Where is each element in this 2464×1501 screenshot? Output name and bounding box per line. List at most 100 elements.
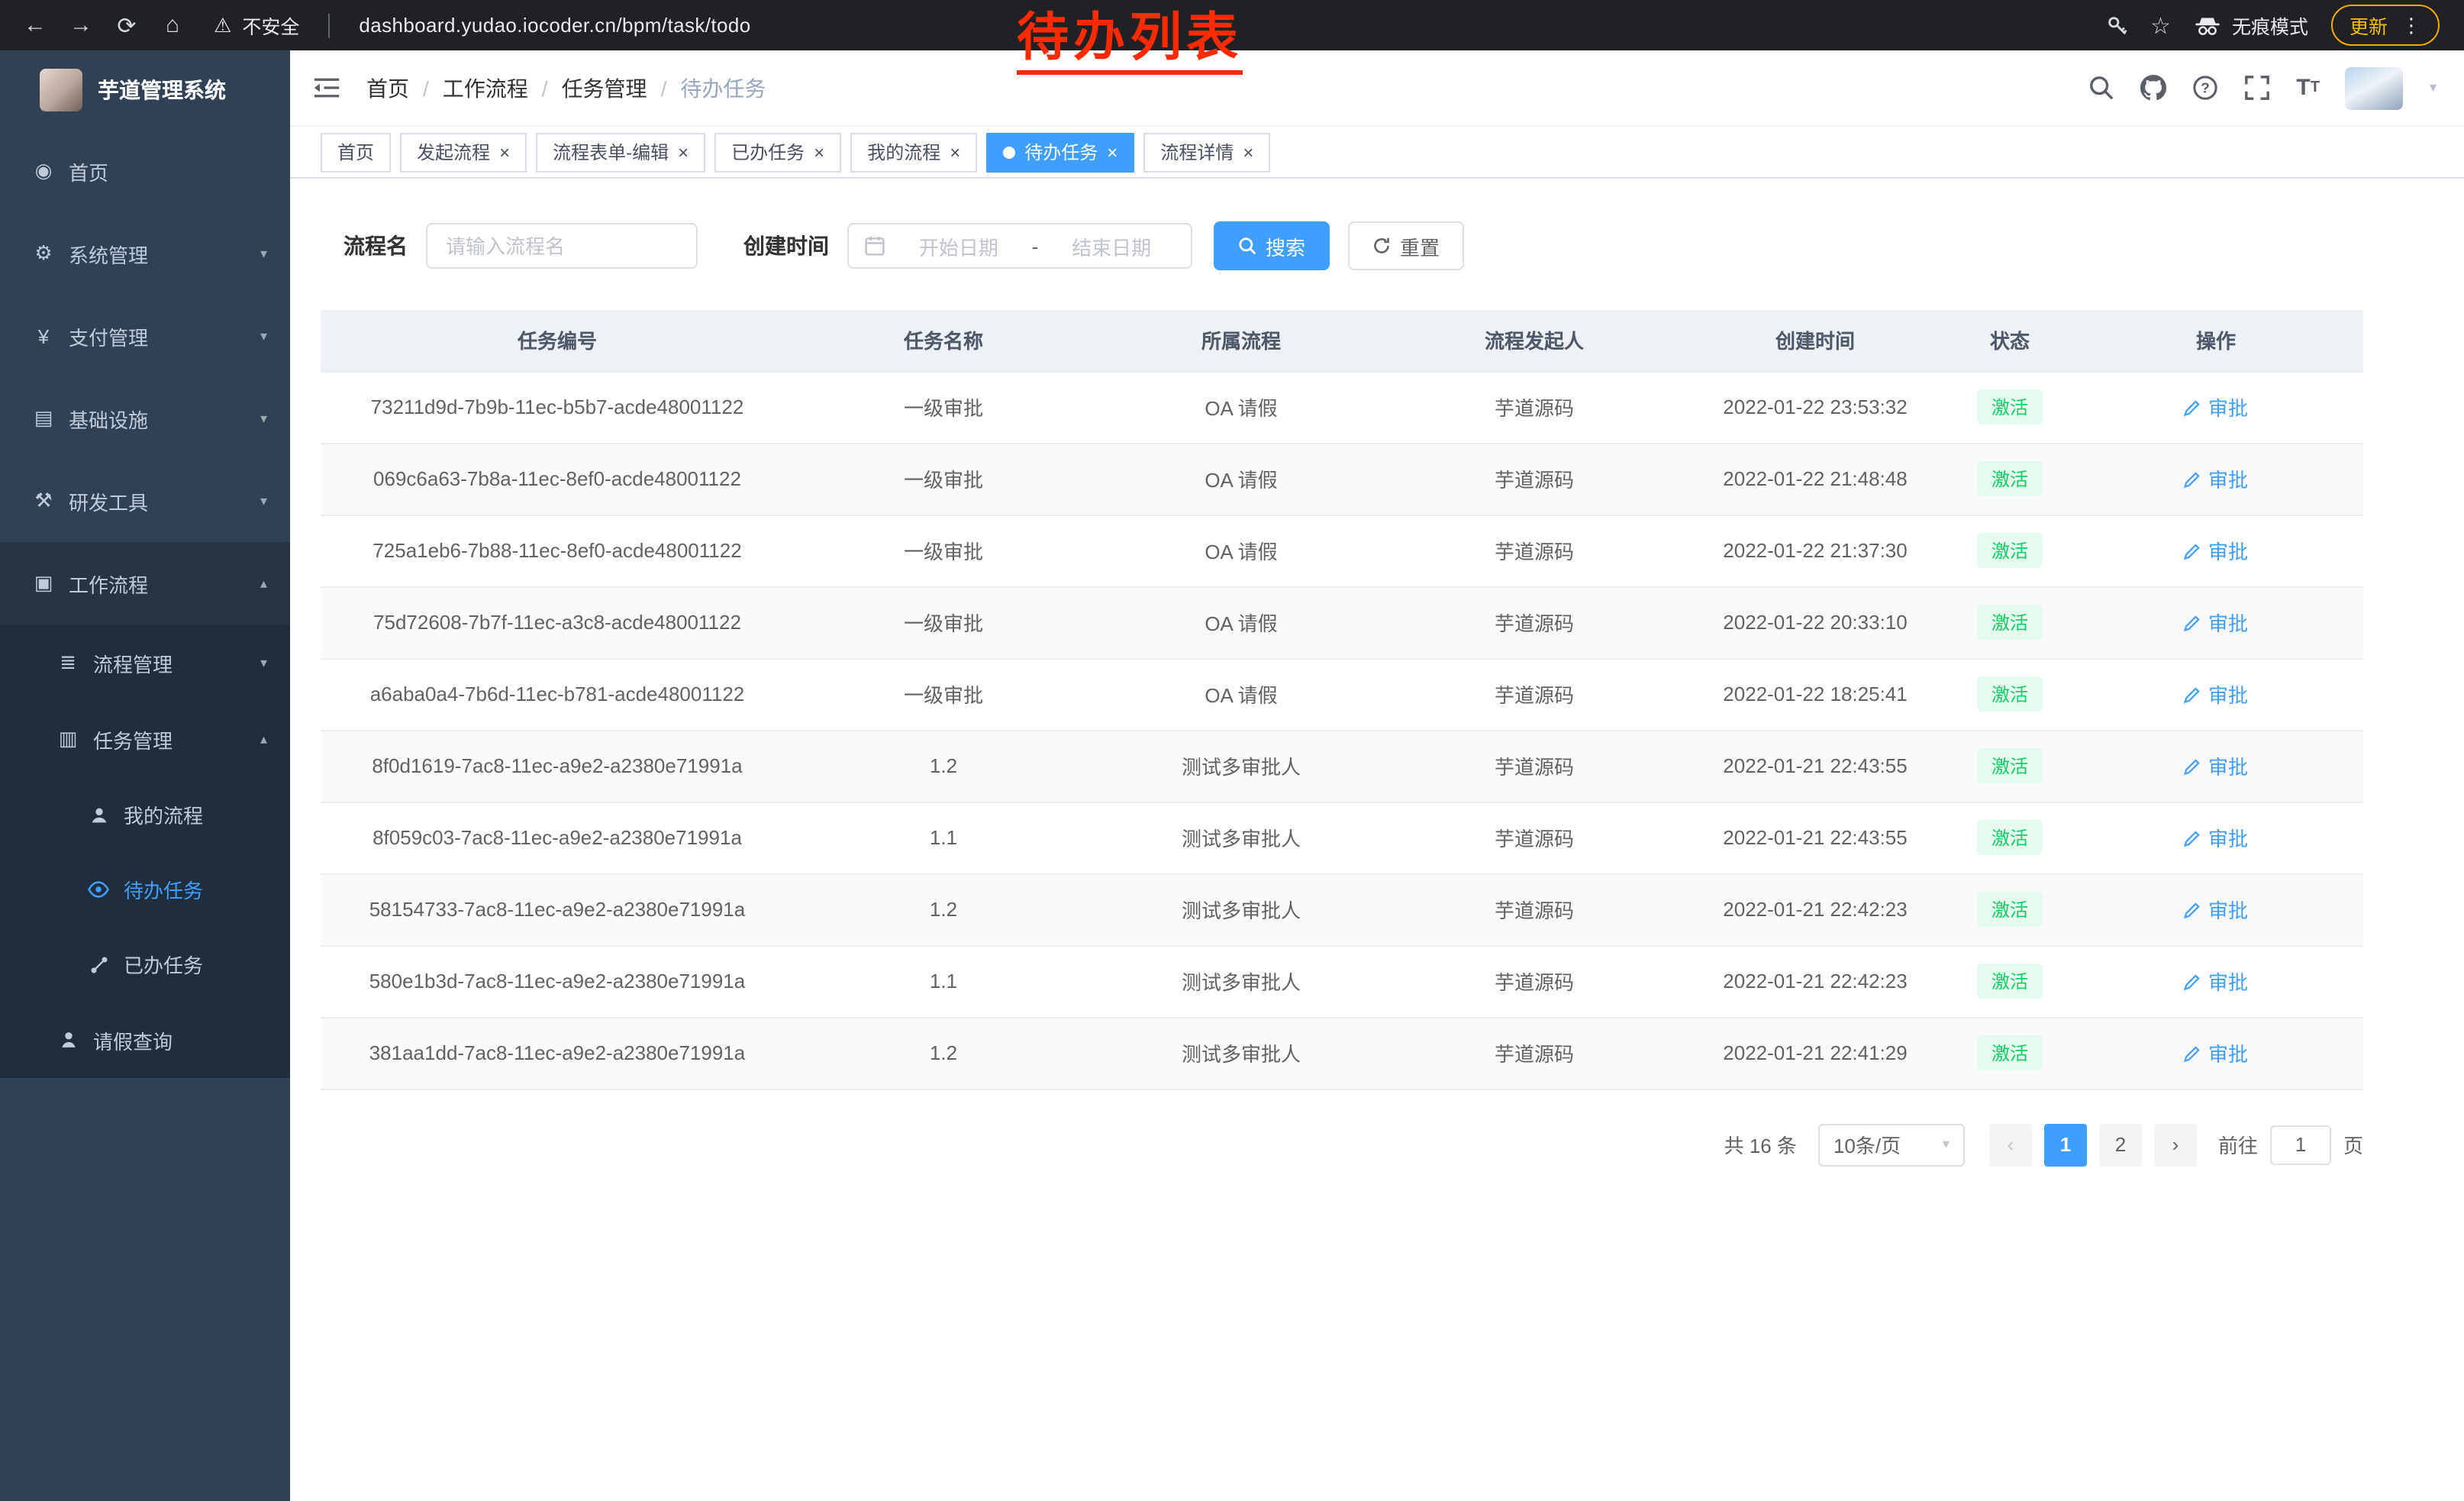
cell-process: OA 请假 bbox=[1093, 371, 1389, 443]
edit-icon bbox=[2184, 900, 2202, 918]
sidebar-collapse-icon[interactable] bbox=[313, 76, 340, 99]
approve-button[interactable]: 审批 bbox=[2184, 536, 2248, 565]
sidebar-item-home[interactable]: ◉ 首页 bbox=[0, 130, 290, 212]
tab-form-edit[interactable]: 流程表单-编辑 × bbox=[536, 132, 705, 172]
table-row: 58154733-7ac8-11ec-a9e2-a2380e71991a 1.2… bbox=[321, 873, 2363, 945]
close-icon[interactable]: × bbox=[1243, 143, 1253, 161]
edit-icon bbox=[2184, 828, 2202, 847]
fullscreen-icon[interactable] bbox=[2244, 75, 2270, 101]
app-logo[interactable]: 芋道管理系统 bbox=[0, 50, 290, 130]
approve-button[interactable]: 审批 bbox=[2184, 392, 2248, 421]
sidebar-menu: ◉ 首页 ⚙ 系统管理 ▾ ¥ 支付管理 ▾ ▤ 基础设施 ▾ ⚒ 研发工具 ▾… bbox=[0, 130, 290, 1078]
table-header-row: 任务编号 任务名称 所属流程 流程发起人 创建时间 状态 操作 bbox=[321, 310, 2363, 371]
bookmark-star-icon[interactable]: ☆ bbox=[2150, 11, 2171, 39]
tab-done-task[interactable]: 已办任务 × bbox=[714, 132, 841, 172]
chevron-down-icon[interactable]: ▾ bbox=[2430, 79, 2437, 96]
refresh-icon bbox=[1372, 237, 1391, 255]
font-size-icon[interactable]: TT bbox=[2296, 76, 2320, 99]
sidebar-item-system[interactable]: ⚙ 系统管理 ▾ bbox=[0, 212, 290, 295]
tab-my-process[interactable]: 我的流程 × bbox=[850, 132, 977, 172]
filter-form: 流程名 创建时间 开始日期 - 结束日期 搜索 重置 bbox=[343, 221, 2433, 270]
cell-created: 2022-01-22 18:25:41 bbox=[1679, 658, 1951, 730]
close-icon[interactable]: × bbox=[678, 143, 689, 161]
date-range-picker[interactable]: 开始日期 - 结束日期 bbox=[847, 223, 1192, 269]
breadcrumb-task-mgmt[interactable]: 任务管理 bbox=[562, 73, 681, 103]
page-button-2[interactable]: 2 bbox=[2099, 1123, 2142, 1166]
approve-button[interactable]: 审批 bbox=[2184, 751, 2248, 780]
update-button[interactable]: 更新 ⋮ bbox=[2331, 5, 2440, 46]
cell-process: OA 请假 bbox=[1093, 658, 1389, 730]
approve-button[interactable]: 审批 bbox=[2184, 895, 2248, 924]
cell-process: OA 请假 bbox=[1093, 443, 1389, 515]
search-icon[interactable] bbox=[2088, 75, 2114, 101]
goto-page-input[interactable] bbox=[2270, 1125, 2331, 1164]
address-bar[interactable]: ⚠ 不安全 dashboard.yudao.iocoder.cn/bpm/tas… bbox=[214, 11, 751, 40]
approve-button[interactable]: 审批 bbox=[2184, 967, 2248, 996]
cell-action: 审批 bbox=[2069, 658, 2363, 730]
more-menu-icon[interactable]: ⋮ bbox=[2401, 13, 2421, 37]
process-name-input[interactable] bbox=[426, 223, 698, 269]
update-label: 更新 bbox=[2350, 11, 2388, 40]
next-page-button[interactable]: › bbox=[2154, 1123, 2197, 1166]
cell-task-id: 75d72608-7b7f-11ec-a3c8-acde48001122 bbox=[321, 586, 794, 658]
tab-home[interactable]: 首页 bbox=[321, 132, 391, 172]
close-icon[interactable]: × bbox=[499, 143, 510, 161]
reset-button[interactable]: 重置 bbox=[1348, 221, 1464, 270]
cell-status: 激活 bbox=[1951, 1017, 2069, 1089]
sidebar-item-infrastructure[interactable]: ▤ 基础设施 ▾ bbox=[0, 377, 290, 460]
breadcrumb-current: 待办任务 bbox=[680, 73, 766, 103]
cell-task-name: 1.1 bbox=[794, 802, 1093, 873]
tab-todo-task[interactable]: 待办任务 × bbox=[986, 132, 1134, 172]
sidebar-item-process-mgmt[interactable]: ≣ 流程管理 ▾ bbox=[0, 625, 290, 701]
page-button-1[interactable]: 1 bbox=[2044, 1123, 2087, 1166]
edit-icon bbox=[2184, 972, 2202, 990]
cell-process: 测试多审批人 bbox=[1093, 945, 1389, 1017]
back-icon[interactable]: ← bbox=[12, 12, 58, 38]
user-icon bbox=[85, 804, 111, 825]
sidebar-item-todo-task[interactable]: 待办任务 bbox=[0, 852, 290, 927]
refresh-icon[interactable]: ⟳ bbox=[104, 11, 150, 39]
dashboard-icon: ◉ bbox=[31, 159, 56, 183]
cell-action: 审批 bbox=[2069, 873, 2363, 945]
approve-button[interactable]: 审批 bbox=[2184, 823, 2248, 852]
close-icon[interactable]: × bbox=[950, 143, 960, 161]
range-separator: - bbox=[1032, 234, 1039, 257]
avatar[interactable] bbox=[2346, 66, 2404, 109]
home-icon[interactable]: ⌂ bbox=[150, 12, 195, 38]
search-button[interactable]: 搜索 bbox=[1214, 221, 1330, 270]
status-badge: 激活 bbox=[1978, 820, 2042, 855]
close-icon[interactable]: × bbox=[814, 143, 824, 161]
sidebar-item-my-process[interactable]: 我的流程 bbox=[0, 777, 290, 852]
cell-status: 激活 bbox=[1951, 443, 2069, 515]
page-size-select[interactable]: 10条/页 ▾ bbox=[1818, 1123, 1965, 1166]
gear-icon: ⚙ bbox=[31, 241, 56, 266]
approve-button[interactable]: 审批 bbox=[2184, 608, 2248, 637]
sidebar-item-workflow[interactable]: ▣ 工作流程 ▴ bbox=[0, 542, 290, 625]
cell-initiator: 芋道源码 bbox=[1389, 371, 1679, 443]
sidebar-item-devtools[interactable]: ⚒ 研发工具 ▾ bbox=[0, 460, 290, 542]
table-row: 8f0d1619-7ac8-11ec-a9e2-a2380e71991a 1.2… bbox=[321, 730, 2363, 802]
approve-button[interactable]: 审批 bbox=[2184, 1038, 2248, 1067]
url-text[interactable]: dashboard.yudao.iocoder.cn/bpm/task/todo bbox=[359, 14, 750, 37]
breadcrumb-workflow[interactable]: 工作流程 bbox=[443, 73, 562, 103]
incognito-icon bbox=[2194, 15, 2221, 36]
close-icon[interactable]: × bbox=[1107, 143, 1118, 161]
sidebar-item-payment[interactable]: ¥ 支付管理 ▾ bbox=[0, 295, 290, 377]
chevron-down-icon: ▾ bbox=[260, 654, 267, 671]
prev-page-button[interactable]: ‹ bbox=[1989, 1123, 2032, 1166]
key-icon[interactable] bbox=[2104, 14, 2127, 37]
annotation-todo-list: 待办列表 bbox=[1017, 9, 1243, 75]
tab-start-process[interactable]: 发起流程 × bbox=[400, 132, 527, 172]
table-row: 580e1b3d-7ac8-11ec-a9e2-a2380e71991a 1.1… bbox=[321, 945, 2363, 1017]
status-badge: 激活 bbox=[1978, 461, 2042, 496]
github-icon[interactable] bbox=[2140, 75, 2166, 101]
approve-button[interactable]: 审批 bbox=[2184, 464, 2248, 493]
sidebar-item-leave-query[interactable]: 请假查询 bbox=[0, 1002, 290, 1078]
sidebar-item-task-mgmt[interactable]: ▥ 任务管理 ▴ bbox=[0, 701, 290, 777]
tab-process-detail[interactable]: 流程详情 × bbox=[1143, 132, 1270, 172]
breadcrumb-home[interactable]: 首页 bbox=[366, 73, 443, 103]
approve-button[interactable]: 审批 bbox=[2184, 679, 2248, 709]
forward-icon[interactable]: → bbox=[58, 12, 104, 38]
help-icon[interactable]: ? bbox=[2192, 75, 2218, 101]
sidebar-item-done-task[interactable]: 已办任务 bbox=[0, 927, 290, 1002]
